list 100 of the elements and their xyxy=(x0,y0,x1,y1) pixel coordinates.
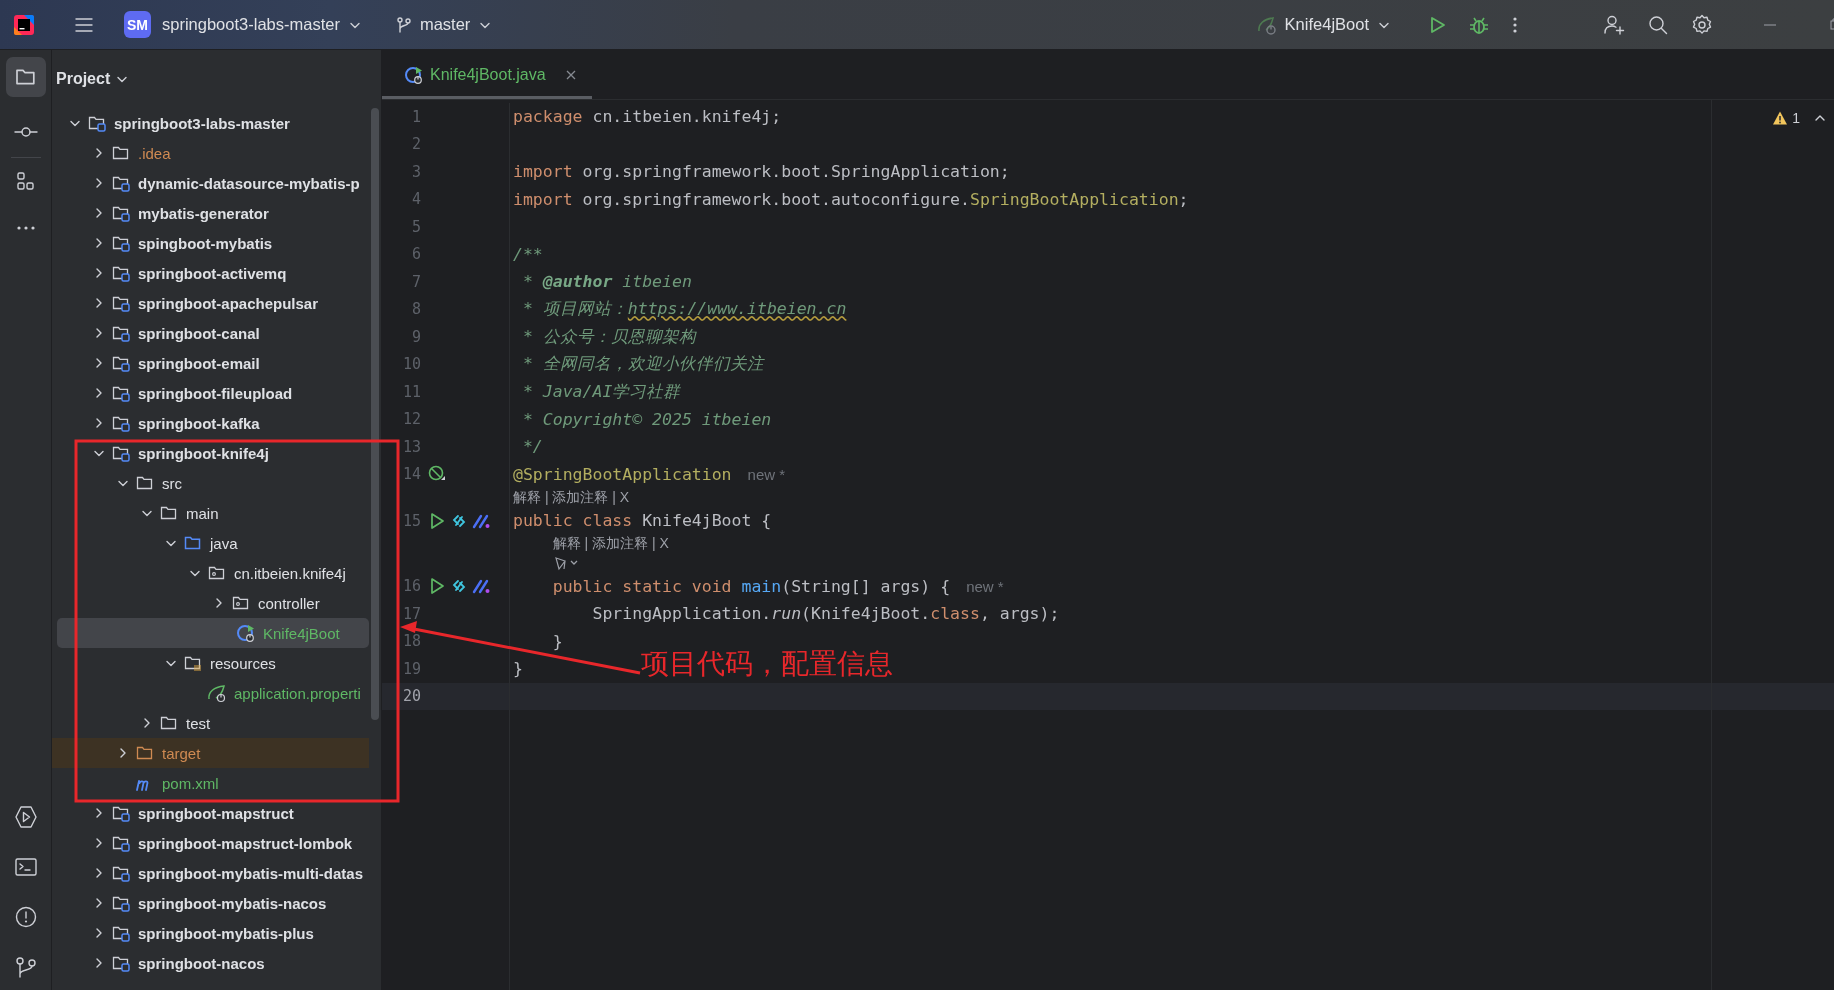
tree-row[interactable]: springboot-kafka xyxy=(52,408,369,438)
line-number: 13 xyxy=(402,437,421,456)
tree-row[interactable]: springboot-mybatis-multi-datas xyxy=(52,858,369,888)
view-mode-dropdown[interactable]: Project xyxy=(56,70,131,88)
tree-row[interactable]: resources xyxy=(52,648,369,678)
tree-item-label: springboot-activemq xyxy=(138,264,287,282)
line-number: 4 xyxy=(411,190,421,209)
tree-row[interactable]: target xyxy=(52,738,369,768)
line-number: 17 xyxy=(402,604,421,623)
tree-item-label: springboot-mybatis-plus xyxy=(138,924,314,942)
code-line: * Copyright© 2025 itbeien xyxy=(521,409,772,429)
line-number: 2 xyxy=(411,135,421,154)
tree-item-label: spingboot-mybatis xyxy=(138,234,273,252)
editor-tab[interactable]: Knife4jBoot.java xyxy=(382,50,592,99)
tree-row[interactable]: application.properti xyxy=(52,678,369,708)
tree-item-label: application.properti xyxy=(234,684,361,702)
tree-item-label: springboot-mybatis-multi-datas xyxy=(138,864,363,882)
tree-row[interactable]: main xyxy=(52,498,369,528)
line-number: 9 xyxy=(411,327,421,346)
tree-item-label: springboot-email xyxy=(138,354,260,372)
code-lens[interactable]: 解释 | 添加注释 | X xyxy=(552,535,669,553)
tree-row[interactable]: test xyxy=(52,708,369,738)
tree-row[interactable]: mybatis-generator xyxy=(52,198,369,228)
tree-item-label: springboot-mapstruct xyxy=(138,804,294,822)
tree-item-label: test xyxy=(186,714,211,732)
line-number: 14 xyxy=(402,465,421,484)
tree-item-label: springboot-canal xyxy=(138,324,260,342)
tree-item-label: resources xyxy=(210,654,276,672)
tree-item-label: springboot-kafka xyxy=(138,414,260,432)
tree-row[interactable]: src xyxy=(52,468,369,498)
line-number: 5 xyxy=(411,217,421,236)
code-line: /** xyxy=(513,244,543,264)
code-line: } xyxy=(513,659,523,679)
code-line: @SpringBootApplication xyxy=(513,464,732,484)
project-name-dropdown[interactable]: SM springboot3-labs-master xyxy=(120,7,367,42)
code-line: */ xyxy=(521,437,543,457)
tree-item-label: springboot-mybatis-nacos xyxy=(138,894,327,912)
tree-item-label: springboot-fileupload xyxy=(138,384,293,402)
code-line: * 项目网站：https://www.itbeien.cn xyxy=(521,298,847,321)
tree-item-label: target xyxy=(162,744,201,762)
tree-row[interactable]: spingboot-mybatis xyxy=(52,228,369,258)
code-line: package cn.itbeien.knife4j; xyxy=(513,107,782,127)
tree-row[interactable]: springboot-mapstruct-lombok xyxy=(52,828,369,858)
line-number: 12 xyxy=(402,410,421,429)
tree-row[interactable]: springboot-email xyxy=(52,348,369,378)
tree-row[interactable]: java xyxy=(52,528,369,558)
line-number: 8 xyxy=(411,300,421,319)
line-number: 10 xyxy=(402,355,421,374)
tree-row[interactable]: controller xyxy=(52,588,369,618)
line-number: 20 xyxy=(402,687,421,706)
code-lens[interactable]: 解释 | 添加注释 | X xyxy=(513,488,630,507)
tree-item-label: springboot-knife4j xyxy=(138,444,269,462)
tree-row[interactable]: springboot-fileupload xyxy=(52,378,369,408)
tree-row[interactable]: springboot-activemq xyxy=(52,258,369,288)
line-number: 15 xyxy=(402,511,421,530)
line-number: 19 xyxy=(402,659,421,678)
line-number: 1 xyxy=(411,107,421,126)
tree-row[interactable]: .idea xyxy=(52,138,369,168)
link[interactable]: https://www.itbeien.cn xyxy=(627,299,847,319)
tree-item-label: Knife4jBoot xyxy=(263,624,340,642)
code-line: SpringApplication.run(Knife4jBoot.class, args); xyxy=(591,604,1060,624)
code-line: * 全网同名，欢迎小伙伴们关注 xyxy=(521,353,764,376)
tree-row[interactable]: springboot-mybatis-nacos xyxy=(52,888,369,918)
tree-item-label: mybatis-generator xyxy=(138,204,269,222)
tree-row[interactable]: springboot-knife4j xyxy=(52,438,369,468)
tree-item-label: springboot-mapstruct-lombok xyxy=(138,834,353,852)
annotation-text: 项目代码，配置信息 xyxy=(641,648,893,679)
tree-row[interactable]: springboot-nacos xyxy=(52,948,369,978)
line-number: 11 xyxy=(402,382,421,401)
line-number: 7 xyxy=(411,272,421,291)
tree-item-label: dynamic-datasource-mybatis-p xyxy=(138,174,360,192)
code-line: public static void main(String[] args) { xyxy=(551,576,951,596)
tree-item-label: springboot-apachepulsar xyxy=(138,294,319,312)
tree-item-label: pom.xml xyxy=(162,774,219,792)
tree-item-label: src xyxy=(162,474,182,492)
code-line: * Java/AI学习社群 xyxy=(521,380,681,403)
tree-row[interactable]: cn.itbeien.knife4j xyxy=(52,558,369,588)
warning-count[interactable]: 1 xyxy=(1792,110,1800,126)
tree-item-label: java xyxy=(210,534,238,552)
tree-item-label: main xyxy=(186,504,219,522)
tree-row[interactable]: springboot-apachepulsar xyxy=(52,288,369,318)
code-line: import org.springframework.boot.SpringApplication; xyxy=(513,162,1010,182)
inlay-hint: new * xyxy=(747,465,786,483)
code-line: } xyxy=(551,631,563,651)
tree-row[interactable]: springboot-mybatis-plus xyxy=(52,918,369,948)
project-badge: SM xyxy=(124,11,151,38)
run-configuration-selector[interactable]: Knife4jBoot xyxy=(1251,7,1396,42)
tree-row[interactable]: Knife4jBoot xyxy=(57,618,369,648)
line-number: 18 xyxy=(402,632,421,651)
tree-item-label: controller xyxy=(258,594,320,612)
tree-row[interactable]: dynamic-datasource-mybatis-p xyxy=(52,168,369,198)
code-line: * @author itbeien xyxy=(521,272,692,292)
code-line: import org.springframework.boot.autoconfigure.SpringBootApplication; xyxy=(513,189,1189,209)
branch-selector[interactable]: master xyxy=(390,7,498,42)
code-line: * 公众号：贝恩聊架构 xyxy=(521,325,696,348)
tree-row[interactable]: springboot3-labs-master xyxy=(52,108,369,138)
tree-row[interactable]: springboot-mapstruct xyxy=(52,798,369,828)
line-number: 3 xyxy=(411,162,421,181)
tree-row[interactable]: pom.xml xyxy=(52,768,369,798)
tree-row[interactable]: springboot-canal xyxy=(52,318,369,348)
